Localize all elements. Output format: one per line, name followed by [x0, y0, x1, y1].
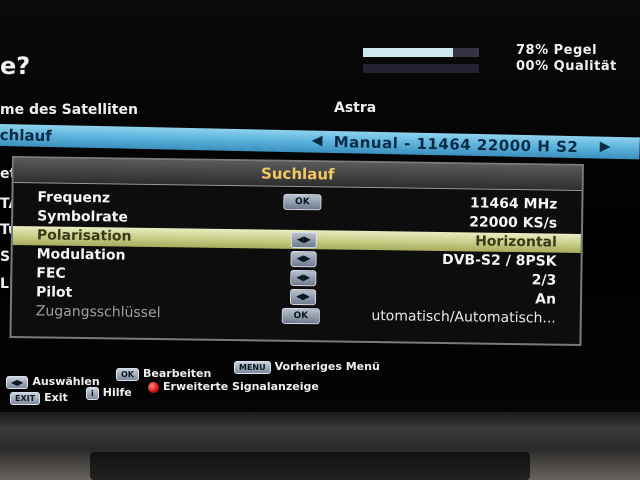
signal-level-fill [363, 48, 454, 57]
row-label: Frequenz [37, 189, 111, 207]
scan-mode-row[interactable]: chlauf ◀ Manual - 11464 22000 H S2 ▶ [0, 124, 640, 160]
hint-prev-menu-label: Vorheriges Menü [274, 360, 380, 373]
arrow-left-icon[interactable]: ◀ [312, 133, 323, 149]
row-label: Polarisation [36, 227, 132, 245]
dialog-header: Suchlauf [13, 158, 582, 191]
scan-mode-value: Manual - 11464 22000 H S2 [333, 132, 579, 157]
signal-quality-text: 00% Qualität [516, 59, 617, 74]
signal-level-bar [363, 48, 479, 57]
scan-mode-label: chlauf [0, 125, 52, 146]
hint-help-label: Hilfe [102, 386, 132, 399]
row-label: Zugangsschlüssel [35, 303, 161, 322]
ok-key-icon[interactable]: OK [283, 193, 322, 211]
row-value: 22000 KS/s [469, 214, 558, 232]
exit-key-icon: EXIT [10, 391, 41, 405]
tv-screen: e? 78% Pegel 00% Qualität me des Satelli… [0, 0, 640, 412]
left-right-key-icon: ◀▶ [6, 375, 29, 389]
row-value: Horizontal [475, 233, 557, 251]
row-value: DVB-S2 / 8PSK [441, 252, 557, 270]
signal-level-text: 78% Pegel [516, 43, 598, 58]
ok-key-icon: OK [116, 367, 139, 381]
info-key-icon: i [86, 386, 99, 400]
left-right-key-icon[interactable]: ◀▶ [290, 269, 317, 287]
hint-signal-label: Erweiterte Signalanzeige [163, 380, 319, 393]
hint-exit: EXIT Exit [10, 391, 68, 405]
row-value: 2/3 [531, 272, 557, 289]
hint-prev-menu: MENU Vorheriges Menü [234, 360, 380, 374]
ok-key-icon[interactable]: OK [281, 307, 320, 325]
row-label: Symbolrate [37, 208, 129, 226]
row-value: 11464 MHz [469, 195, 558, 213]
menu-key-icon: MENU [234, 360, 271, 374]
row-value: An [535, 291, 557, 308]
row-value: utomatisch/Automatisch... [371, 308, 556, 327]
hint-signal: Erweiterte Signalanzeige [148, 380, 319, 393]
hint-exit-label: Exit [44, 391, 68, 404]
hint-help: i Hilfe [86, 386, 132, 400]
dialog-title: Suchlauf [260, 164, 335, 184]
hint-edit: OK Bearbeiten [116, 367, 211, 381]
hint-edit-label: Bearbeiten [143, 367, 212, 380]
satellite-name-label: me des Satelliten [0, 102, 138, 118]
signal-quality-bar [363, 64, 479, 73]
tv-stand [90, 452, 530, 480]
left-right-key-icon[interactable]: ◀▶ [290, 231, 317, 249]
left-right-key-icon[interactable]: ◀▶ [290, 250, 317, 268]
red-button-icon [148, 381, 159, 393]
row-label: Modulation [36, 246, 126, 264]
satellite-name-value[interactable]: Astra [334, 100, 376, 116]
row-label: FEC [36, 265, 66, 282]
arrow-right-icon[interactable]: ▶ [599, 139, 610, 155]
left-right-key-icon[interactable]: ◀▶ [289, 288, 317, 306]
scan-dialog: Suchlauf Frequenz OK 11464 MHz Symbolrat… [9, 156, 584, 346]
page-title: e? [0, 52, 31, 80]
row-label: Pilot [35, 284, 73, 301]
